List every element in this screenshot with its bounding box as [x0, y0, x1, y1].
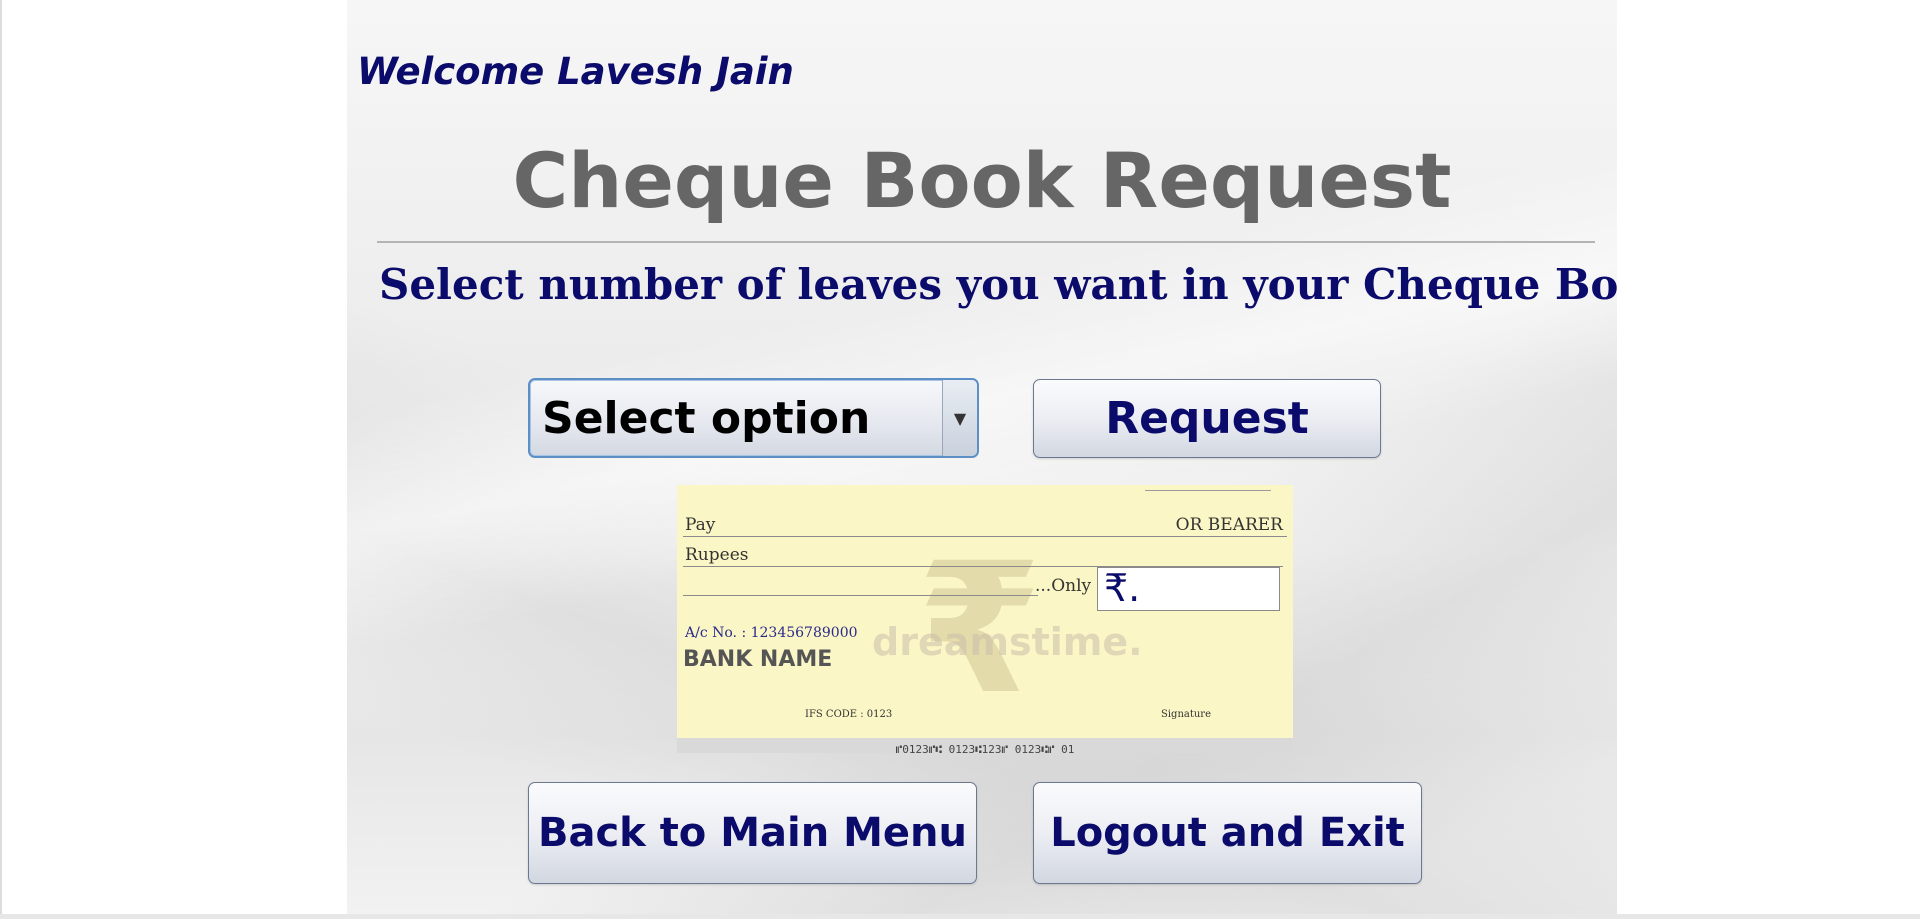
cheque-pay-label: Pay: [685, 515, 716, 535]
leaves-select[interactable]: Select option ▼: [528, 378, 979, 458]
cheque-watermark-text: dreamstime.: [872, 620, 1143, 664]
welcome-message: Welcome Lavesh Jain: [357, 50, 794, 93]
cheque-image: ₹ dreamstime. Pay OR BEARER Rupees ...On…: [677, 485, 1293, 753]
instruction-text: Select number of leaves you want in your…: [379, 260, 1617, 309]
cheque-signature-label: Signature: [1161, 709, 1212, 720]
logout-exit-button[interactable]: Logout and Exit: [1033, 782, 1422, 884]
cheque-account-number: A/c No. : 123456789000: [685, 625, 858, 641]
window-left-border: [0, 0, 2, 919]
cheque-pay-line: [683, 536, 1287, 537]
title-divider: [377, 241, 1595, 243]
cheque-rupees-label: Rupees: [685, 545, 749, 565]
chevron-down-icon[interactable]: ▼: [942, 380, 977, 456]
window-bottom-border: [0, 914, 1920, 919]
page-title: Cheque Book Request: [512, 136, 1452, 225]
cheque-amount-box: ₹.: [1097, 566, 1280, 611]
request-button[interactable]: Request: [1033, 379, 1381, 458]
main-panel: Welcome Lavesh Jain Cheque Book Request …: [347, 0, 1617, 919]
cheque-bearer-label: OR BEARER: [1175, 515, 1283, 535]
rupee-icon: ₹.: [1104, 566, 1141, 610]
cheque-ifs-code: IFS CODE : 0123: [805, 709, 893, 720]
back-to-main-menu-button[interactable]: Back to Main Menu: [528, 782, 977, 884]
cheque-words-line: [683, 595, 1038, 596]
cheque-bank-name: BANK NAME: [683, 647, 833, 672]
cheque-micr-band: ⑈0123⑈⑆ 0123⑆123⑈ 0123⑆⑈ 01: [677, 738, 1293, 753]
cheque-date-line: [1145, 490, 1271, 491]
leaves-select-value: Select option: [542, 393, 871, 444]
cheque-only-label: ...Only: [1035, 576, 1092, 596]
